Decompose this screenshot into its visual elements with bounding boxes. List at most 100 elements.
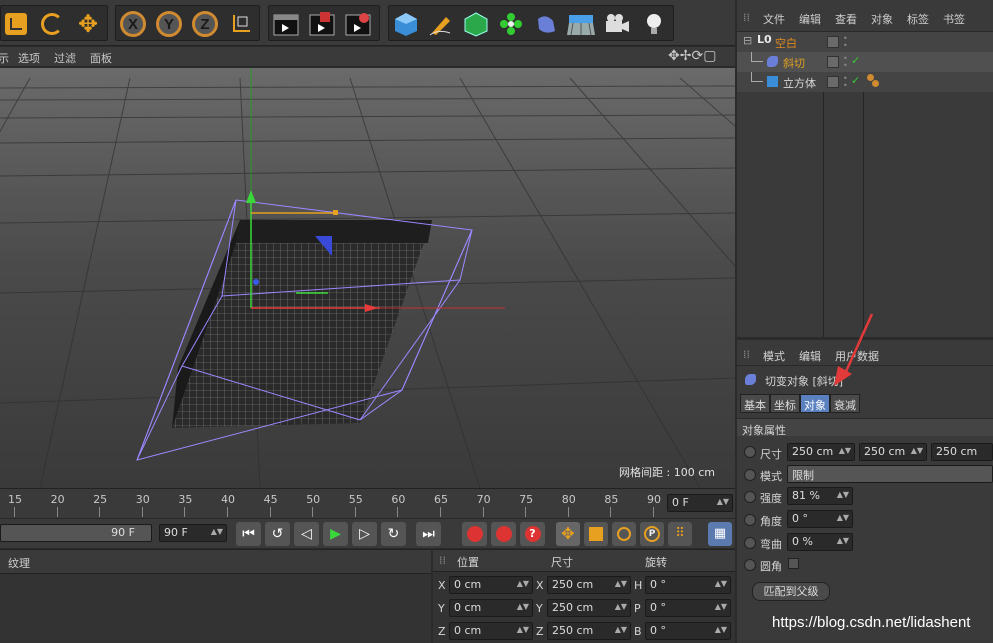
coordinate-system-icon[interactable] [226,9,256,39]
object-name-null[interactable]: 空白 [775,35,797,51]
tab-coord[interactable]: 坐标 [770,394,800,413]
timeline-tick-label: 15 [8,493,22,506]
auto-key-icon[interactable] [491,522,516,546]
scale-tool-icon[interactable] [1,9,31,39]
size-x-field[interactable]: 250 cm ▲▼ [787,443,855,461]
cloner-icon[interactable] [496,9,526,39]
fillet-anim-radio[interactable] [744,559,756,571]
cube-object-icon[interactable] [391,9,421,39]
render-view-icon[interactable] [271,9,301,39]
current-frame-field[interactable]: 0 F ▲▼ [667,494,733,512]
next-key-button[interactable]: ↻ [381,522,406,546]
object-menu-tag[interactable]: 标签 [907,11,929,27]
object-row-null[interactable]: ⊟ L0 空白 • • [737,32,993,52]
mode-label: 模式 [760,470,782,483]
object-name-cube[interactable]: 立方体 [783,75,816,91]
phong-tag-icon[interactable] [867,74,881,88]
angle-anim-radio[interactable] [744,514,756,526]
enabled-check-icon[interactable]: ✓ [851,54,860,67]
layer-icon[interactable] [827,36,839,48]
enabled-check-icon[interactable]: ✓ [851,74,860,87]
go-to-start-button[interactable]: ⏮ [236,522,261,546]
record-key-icon[interactable] [462,522,487,546]
go-to-end-button[interactable]: ⏭ [416,522,441,546]
fillet-checkbox[interactable] [788,558,799,569]
pen-spline-icon[interactable] [426,9,456,39]
visibility-dots-icon[interactable]: • • [843,35,848,50]
position-field[interactable]: 0 cm ▲▼ [449,622,533,640]
rotation-field[interactable]: 0 ° ▲▼ [645,576,731,594]
bend-field[interactable]: 0 % ▲▼ [787,533,853,551]
key-scale-icon[interactable] [584,522,608,546]
viewport-menu-panel[interactable]: 面板 [90,50,112,66]
match-to-parent-button[interactable]: 匹配到父级 [752,582,830,601]
prev-key-button[interactable]: ↺ [265,522,290,546]
y-axis-lock-button[interactable]: Y [154,9,184,39]
size-y-field[interactable]: 250 cm ▲▼ [859,443,927,461]
mode-anim-radio[interactable] [744,469,756,481]
move-tool-icon[interactable]: ✥ [73,9,103,39]
max-frame-field[interactable]: 90 F ▲▼ [159,524,227,542]
position-field[interactable]: 0 cm ▲▼ [449,599,533,617]
key-position-icon[interactable]: ✥ [556,522,580,546]
render-settings-icon[interactable] [343,9,373,39]
x-axis-lock-button[interactable]: X [118,9,148,39]
visibility-dots-icon[interactable]: • • [843,55,848,70]
material-menu-texture[interactable]: 纹理 [8,557,30,570]
layer-icon[interactable] [827,56,839,68]
size-anim-radio[interactable] [744,446,756,458]
subdivision-surface-icon[interactable] [461,9,491,39]
key-parameter-icon[interactable]: P [640,522,664,546]
angle-field[interactable]: 0 ° ▲▼ [787,510,853,528]
viewport-menu-display[interactable]: 示 [0,50,9,66]
object-menu-edit[interactable]: 编辑 [799,11,821,27]
object-menu-object[interactable]: 对象 [871,11,893,27]
object-row-shear[interactable]: 斜切 • • ✓ [737,52,993,72]
camera-icon[interactable] [602,9,632,39]
object-menu-file[interactable]: 文件 [763,11,785,27]
mode-dropdown[interactable]: 限制 [787,465,993,483]
next-frame-button[interactable]: ▷ [352,522,377,546]
tab-basic[interactable]: 基本 [740,394,770,413]
z-axis-lock-button[interactable]: Z [190,9,220,39]
strength-anim-radio[interactable] [744,491,756,503]
tree-expand-icon[interactable]: ⊟ [743,34,752,47]
size-field[interactable]: 250 cm ▲▼ [547,576,631,594]
rotation-field[interactable]: 0 ° ▲▼ [645,622,731,640]
layer-icon[interactable] [827,76,839,88]
floor-environment-icon[interactable] [566,9,596,39]
object-menu-bookmark[interactable]: 书签 [943,11,965,27]
size-field[interactable]: 250 cm ▲▼ [547,622,631,640]
coord-axis-label: X [438,579,446,592]
key-rotation-icon[interactable] [612,522,636,546]
object-name-shear[interactable]: 斜切 [783,55,805,71]
position-field[interactable]: 0 cm ▲▼ [449,576,533,594]
tab-object[interactable]: 对象 [800,394,830,413]
visibility-dots-icon[interactable]: • • [843,75,848,90]
rotation-field[interactable]: 0 ° ▲▼ [645,599,731,617]
viewport-nav-icons[interactable]: ✥✢⟳▢ [668,48,716,64]
bend-anim-radio[interactable] [744,537,756,549]
rotate-tool-icon[interactable] [37,9,67,39]
preview-range-slider[interactable]: 90 F [0,524,152,542]
render-picture-viewer-icon[interactable] [307,9,337,39]
size-field[interactable]: 250 cm ▲▼ [547,599,631,617]
3d-viewport[interactable]: 网格间距 : 100 cm [0,68,735,488]
play-button[interactable]: ▶ [323,522,348,546]
object-row-cube[interactable]: 立方体 • • ✓ [737,72,993,92]
object-menu-view[interactable]: 查看 [835,11,857,27]
size-z-field[interactable]: 250 cm [931,443,993,461]
light-icon[interactable] [639,9,669,39]
viewport-menu-options[interactable]: 选项 [18,50,40,66]
prev-frame-button[interactable]: ◁ [294,522,319,546]
attr-menu-edit[interactable]: 编辑 [799,348,821,364]
key-pla-icon[interactable]: ⠿ [668,522,692,546]
viewport-menu-filter[interactable]: 过滤 [54,50,76,66]
timeline-film-icon[interactable]: ▦ [708,522,732,546]
timeline-ruler[interactable]: 15 20 25 30 35 40 45 50 55 60 65 70 75 80 85 90 0 F ▲▼ [0,488,735,518]
key-help-icon[interactable]: ? [520,522,545,546]
deformer-icon[interactable] [531,9,561,39]
strength-field[interactable]: 81 % ▲▼ [787,487,853,505]
tab-falloff[interactable]: 衰减 [830,394,860,413]
attr-menu-mode[interactable]: 模式 [763,348,785,364]
